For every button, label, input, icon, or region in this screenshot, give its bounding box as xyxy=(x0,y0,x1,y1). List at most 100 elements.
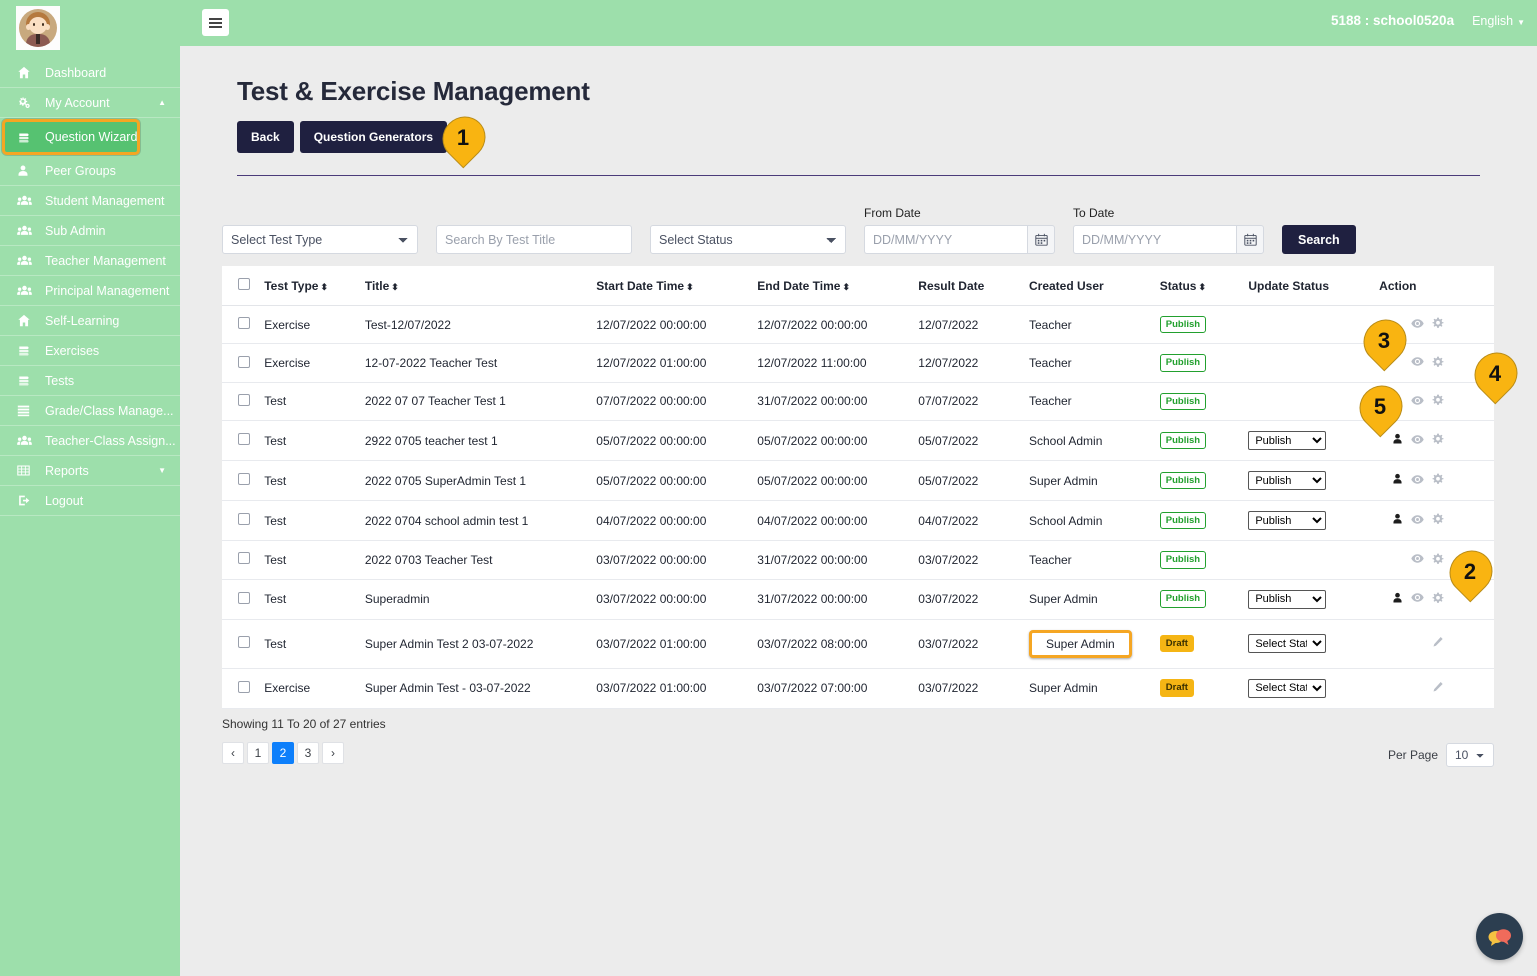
row-checkbox[interactable] xyxy=(238,433,250,446)
sort-icon[interactable]: ⬍ xyxy=(391,282,398,292)
sidebar-item-teacher-class-assign[interactable]: Teacher-Class Assign... xyxy=(0,426,180,456)
sidebar-item-exercises[interactable]: Exercises xyxy=(0,336,180,366)
to-date-calendar-icon[interactable] xyxy=(1236,225,1264,254)
table-header-label: Title xyxy=(364,278,390,293)
select-all-checkbox[interactable] xyxy=(238,278,250,290)
sidebar-item-logout[interactable]: Logout xyxy=(0,486,180,516)
row-checkbox[interactable] xyxy=(238,636,250,649)
table-header-test-type[interactable]: Test Type ⬍ xyxy=(258,266,359,306)
to-date-input[interactable] xyxy=(1073,225,1236,254)
filter-search-action: Search xyxy=(1282,225,1356,254)
row-checkbox[interactable] xyxy=(238,591,250,604)
gear-icon[interactable] xyxy=(1432,513,1444,525)
language-selector[interactable]: English ▼ xyxy=(1472,14,1525,28)
eye-icon[interactable] xyxy=(1411,592,1424,603)
filter-test-type: Select Test Type xyxy=(222,225,418,254)
row-select-cell xyxy=(222,668,259,709)
sidebar-item-label: Reports xyxy=(45,463,89,478)
created-user-label: Teacher xyxy=(1028,394,1072,409)
from-date-calendar-icon[interactable] xyxy=(1027,225,1055,254)
eye-icon[interactable] xyxy=(1411,514,1424,525)
table-header-title[interactable]: Title ⬍ xyxy=(358,266,591,306)
sort-icon[interactable]: ⬍ xyxy=(320,282,327,292)
from-date-input[interactable] xyxy=(864,225,1027,254)
sidebar-item-student-management[interactable]: Student Management xyxy=(0,186,180,216)
update-status-select[interactable]: Select Status xyxy=(1248,634,1327,654)
question-generators-button[interactable]: Question Generators xyxy=(299,121,448,153)
avatar[interactable] xyxy=(16,6,60,50)
table-row: Test Super Admin Test 2 03-07-2022 03/07/2… xyxy=(222,619,1494,669)
eye-icon[interactable] xyxy=(1411,434,1424,445)
gear-icon[interactable] xyxy=(1432,317,1444,329)
update-status-select[interactable]: Select Status xyxy=(1248,678,1327,698)
select-test-type[interactable]: Select Test Type xyxy=(222,225,418,254)
sidebar-item-teacher-management[interactable]: Teacher Management xyxy=(0,246,180,276)
sidebar-item-principal-management[interactable]: Principal Management xyxy=(0,276,180,306)
row-select-cell xyxy=(222,460,259,502)
row-checkbox[interactable] xyxy=(238,513,250,526)
eye-icon[interactable] xyxy=(1411,474,1424,485)
pagination-page-prev[interactable]: ‹ xyxy=(222,741,244,764)
eye-icon[interactable] xyxy=(1411,318,1424,329)
chat-bubbles-icon[interactable] xyxy=(1476,913,1523,960)
cell-status: Publish xyxy=(1153,540,1243,580)
back-button[interactable]: Back xyxy=(237,121,294,153)
sort-icon[interactable]: ⬍ xyxy=(1198,282,1205,292)
row-checkbox[interactable] xyxy=(238,393,250,406)
hamburger-icon[interactable] xyxy=(202,9,229,36)
cell-status: Publish xyxy=(1153,460,1243,502)
gear-icon[interactable] xyxy=(1432,356,1444,368)
gear-icon[interactable] xyxy=(1432,394,1444,406)
table-row: Test 2022 0703 Teacher Test 03/07/2022 00:… xyxy=(222,540,1494,580)
eye-icon[interactable] xyxy=(1411,395,1424,406)
sidebar-item-peer-groups[interactable]: Peer Groups xyxy=(0,156,180,186)
table-header-label: Result Date xyxy=(918,278,985,293)
table-header-start-date-time[interactable]: Start Date Time ⬍ xyxy=(590,266,752,306)
sidebar-item-my-account[interactable]: My Account ▲ xyxy=(0,88,180,118)
chevron-icon: ▲ xyxy=(158,98,166,107)
row-checkbox[interactable] xyxy=(238,552,250,565)
pencil-icon[interactable] xyxy=(1432,681,1444,693)
select-status-filter[interactable]: Select Status xyxy=(650,225,846,254)
pagination-page-3[interactable]: 3 xyxy=(297,741,319,764)
gear-icon[interactable] xyxy=(1432,553,1444,565)
gear-icon[interactable] xyxy=(1432,473,1444,485)
pagination-page-next[interactable]: › xyxy=(322,741,344,764)
pagination-page-2[interactable]: 2 xyxy=(272,741,294,764)
pencil-icon[interactable] xyxy=(1432,636,1444,648)
sort-icon[interactable]: ⬍ xyxy=(686,282,693,292)
eye-icon[interactable] xyxy=(1411,356,1424,367)
gear-icon[interactable] xyxy=(1432,592,1444,604)
table-header-label: Test Type xyxy=(264,278,319,293)
update-status-select[interactable]: Publish xyxy=(1248,471,1327,491)
row-checkbox[interactable] xyxy=(238,473,250,486)
row-checkbox[interactable] xyxy=(238,317,250,330)
search-title-input[interactable] xyxy=(436,225,632,254)
sort-icon[interactable]: ⬍ xyxy=(842,282,849,292)
sidebar-item-reports[interactable]: Reports ▼ xyxy=(0,456,180,486)
row-checkbox[interactable] xyxy=(238,680,250,693)
sidebar-item-tests[interactable]: Tests xyxy=(0,366,180,396)
search-button[interactable]: Search xyxy=(1282,225,1356,254)
update-status-select[interactable]: Publish xyxy=(1248,589,1327,609)
sidebar-item-grade-class-manage[interactable]: Grade/Class Manage... xyxy=(0,396,180,426)
user-icon[interactable] xyxy=(1392,433,1403,445)
user-icon[interactable] xyxy=(1392,473,1403,485)
update-status-select[interactable]: Publish xyxy=(1248,511,1327,531)
eye-icon[interactable] xyxy=(1411,553,1424,564)
per-page-select[interactable]: 10 xyxy=(1446,742,1494,767)
gear-icon[interactable] xyxy=(1432,433,1444,445)
pagination-page-1[interactable]: 1 xyxy=(247,741,269,764)
sidebar-item-dashboard[interactable]: Dashboard xyxy=(0,58,180,88)
row-checkbox[interactable] xyxy=(238,355,250,368)
table-row: Test 2922 0705 teacher test 1 05/07/2022 0… xyxy=(222,420,1494,462)
update-status-select[interactable]: Publish xyxy=(1248,431,1327,451)
sidebar-item-question-wizard[interactable]: Question Wizard xyxy=(2,119,141,155)
table-header-end-date-time[interactable]: End Date Time ⬍ xyxy=(751,266,913,306)
table-header-status[interactable]: Status ⬍ xyxy=(1153,266,1243,306)
user-icon[interactable] xyxy=(1392,592,1403,604)
sidebar-item-self-learning[interactable]: Self-Learning xyxy=(0,306,180,336)
sidebar-item-sub-admin[interactable]: Sub Admin xyxy=(0,216,180,246)
cell-update-status xyxy=(1242,343,1374,383)
user-icon[interactable] xyxy=(1392,513,1403,525)
